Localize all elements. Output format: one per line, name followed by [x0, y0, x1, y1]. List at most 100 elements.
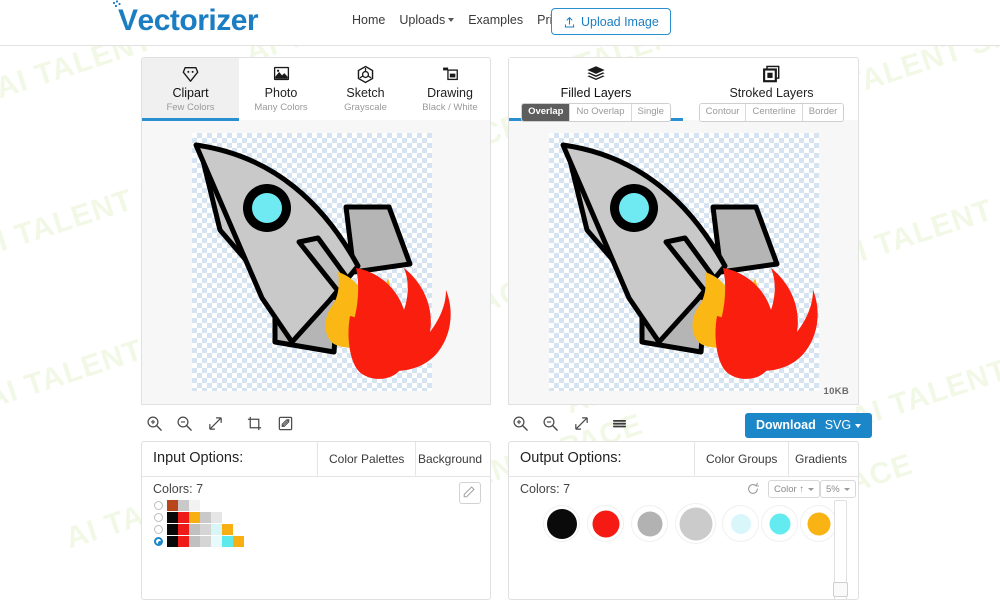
palette-radio[interactable] — [154, 525, 163, 534]
palette-swatch — [189, 536, 200, 547]
tab-sketch[interactable]: Sketch Grayscale — [323, 58, 408, 121]
color-group-swatch[interactable] — [675, 503, 716, 544]
zoom-in-icon[interactable] — [512, 415, 532, 435]
upload-button-label: Upload Image — [581, 15, 659, 29]
palette-swatch — [222, 524, 233, 535]
tab-color-groups[interactable]: Color Groups — [694, 442, 790, 476]
tab-label: Background — [418, 452, 483, 466]
upload-image-button[interactable]: Upload Image — [551, 8, 671, 35]
chevron-down-icon — [855, 423, 862, 428]
palette-swatch — [200, 524, 211, 535]
edit-pencil-icon[interactable] — [277, 415, 297, 435]
input-options-card: Input Options: Color Palettes Background… — [141, 441, 491, 600]
reset-refresh-icon[interactable] — [746, 482, 760, 496]
color-group-swatch[interactable] — [722, 505, 759, 542]
input-image-canvas[interactable] — [141, 120, 491, 405]
palette-swatch — [211, 524, 222, 535]
swatch-fill — [679, 507, 712, 540]
tab-filled-layers[interactable]: Filled Layers Overlap No Overlap Single — [509, 58, 683, 122]
nav-item-examples[interactable]: Examples — [468, 13, 523, 27]
chevron-down-icon — [448, 18, 455, 23]
tab-photo[interactable]: Photo Many Colors — [239, 58, 323, 121]
fit-expand-icon[interactable] — [573, 415, 593, 435]
palette-swatch — [211, 512, 222, 523]
palette-swatch — [178, 500, 189, 511]
color-group-swatch[interactable] — [761, 505, 798, 542]
tab-label: Photo — [264, 86, 298, 100]
output-colors-count: Colors: 7 — [520, 482, 571, 496]
color-sort-dropdown[interactable]: Color ↑ — [768, 480, 821, 498]
swatch-fill — [730, 513, 751, 534]
palette-radio[interactable] — [154, 501, 163, 510]
color-group-swatch[interactable] — [631, 505, 668, 542]
palette-swatch — [189, 500, 200, 511]
swatch-fill — [807, 512, 830, 535]
segment-contour[interactable]: Contour — [699, 104, 747, 121]
tab-label: Gradients — [795, 452, 848, 466]
diamond-gem-icon — [142, 65, 239, 85]
palette-swatch — [178, 536, 189, 547]
segment-border[interactable]: Border — [802, 104, 844, 121]
tolerance-dropdown[interactable]: 5% — [820, 480, 856, 498]
palette-swatch — [178, 512, 189, 523]
stroked-layers-segments: Contour Centerline Border — [683, 103, 860, 127]
tab-drawing[interactable]: Drawing Black / White — [408, 58, 492, 121]
palette-swatch — [178, 524, 189, 535]
palette-swatch — [167, 500, 178, 511]
color-count-slider-thumb[interactable] — [833, 582, 848, 597]
zoom-out-icon[interactable] — [176, 415, 196, 435]
tab-stroked-layers[interactable]: Stroked Layers Contour Centerline Border — [683, 58, 860, 122]
tolerance-label: 5% — [826, 484, 840, 495]
drawing-frame-icon — [408, 65, 492, 85]
tab-label: Sketch — [346, 86, 385, 100]
palette-edit-button[interactable] — [459, 482, 481, 504]
tab-label: Stroked Layers — [729, 86, 814, 100]
menu-lines-icon[interactable] — [611, 415, 631, 435]
palette-swatch — [200, 536, 211, 547]
nav-item-uploads[interactable]: Uploads — [399, 12, 455, 27]
segment-no-overlap[interactable]: No Overlap — [570, 104, 632, 121]
swatch-fill — [592, 510, 619, 537]
tab-color-palettes[interactable]: Color Palettes — [317, 442, 417, 476]
palette-radio-selected[interactable] — [154, 537, 163, 546]
right-mode-tabbar: Filled Layers Overlap No Overlap Single St… — [508, 57, 860, 122]
rocket-illustration — [193, 142, 451, 379]
tab-clipart[interactable]: Clipart Few Colors — [142, 58, 239, 121]
color-group-swatch[interactable] — [587, 505, 624, 542]
tab-sublabel: Grayscale — [344, 102, 387, 113]
output-image-canvas[interactable]: 10KB — [508, 120, 859, 405]
segment-overlap[interactable]: Overlap — [522, 104, 571, 121]
tab-label: Clipart — [172, 86, 209, 100]
download-button[interactable]: Download SVG — [745, 413, 873, 438]
palette-radio[interactable] — [154, 513, 163, 522]
palette-swatch — [200, 512, 211, 523]
swatch-fill — [637, 511, 662, 536]
input-colors-count: Colors: 7 — [153, 482, 204, 496]
tab-gradients[interactable]: Gradients — [784, 442, 858, 476]
site-logo[interactable]: Vectorizer — [112, 0, 259, 38]
nav-item-home[interactable]: Home — [352, 13, 385, 27]
palette-swatch — [211, 536, 222, 547]
zoom-out-icon[interactable] — [542, 415, 562, 435]
output-options-header: Output Options: Color Groups Gradients — [509, 442, 858, 477]
fit-expand-icon[interactable] — [207, 415, 227, 435]
color-group-swatch[interactable] — [800, 505, 837, 542]
logo-v-mark: V — [112, 0, 138, 38]
hexagon-sketch-icon — [323, 65, 408, 85]
left-mode-tabbar: Clipart Few Colors Photo Many Colors Ske… — [141, 57, 492, 121]
input-image-toolbar — [146, 415, 303, 435]
nav-label: Examples — [468, 12, 524, 27]
layers-stack-icon — [509, 65, 683, 85]
color-group-swatch[interactable] — [543, 505, 580, 542]
segment-single[interactable]: Single — [631, 104, 670, 121]
tab-background[interactable]: Background — [407, 442, 490, 476]
tab-label: Filled Layers — [560, 86, 632, 100]
segment-centerline[interactable]: Centerline — [746, 104, 803, 121]
site-header: Vectorizer HomeUploadsExamplesPricing Up… — [0, 0, 1000, 46]
download-format-label[interactable]: SVG — [825, 418, 851, 432]
zoom-in-icon[interactable] — [146, 415, 166, 435]
picture-image-icon — [239, 65, 323, 85]
nav-label: Uploads — [399, 12, 446, 27]
stroked-square-icon — [683, 65, 860, 85]
crop-icon[interactable] — [246, 415, 266, 435]
